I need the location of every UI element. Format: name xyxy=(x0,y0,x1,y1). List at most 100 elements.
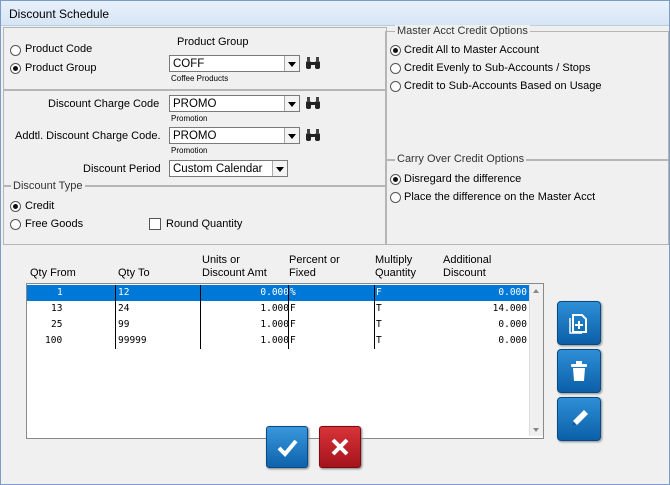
x-icon xyxy=(331,438,349,456)
addtl-discount-charge-description: Promotion xyxy=(171,146,208,155)
cell-pct-fixed: % xyxy=(290,287,296,298)
table-row[interactable]: 100 99999 1.000 F T 0.000 xyxy=(27,333,529,349)
column-divider xyxy=(374,301,375,317)
checkmark-icon xyxy=(277,439,298,457)
column-divider xyxy=(115,333,116,349)
delete-row-button[interactable] xyxy=(557,349,601,393)
discount-charge-description: Promotion xyxy=(171,114,208,123)
credit-evenly-label: Credit Evenly to Sub-Accounts / Stops xyxy=(404,62,591,74)
column-divider xyxy=(200,285,201,301)
product-code-radio[interactable] xyxy=(10,45,21,56)
chevron-down-icon[interactable] xyxy=(284,96,299,111)
ok-button[interactable] xyxy=(266,426,308,468)
binoculars-icon[interactable] xyxy=(305,56,321,70)
free-goods-radio[interactable] xyxy=(10,219,21,230)
cell-qty-from: 13 xyxy=(51,303,63,314)
product-group-description: Coffee Products xyxy=(171,74,229,83)
column-divider xyxy=(115,301,116,317)
cell-pct-fixed: F xyxy=(290,319,296,330)
column-divider xyxy=(374,333,375,349)
credit-usage-label: Credit to Sub-Accounts Based on Usage xyxy=(404,80,602,92)
free-goods-label: Free Goods xyxy=(25,218,84,230)
cell-units: 0.000 xyxy=(260,287,289,298)
col-header-multiply-line2: Quantity xyxy=(375,267,416,279)
pencil-icon xyxy=(571,410,588,427)
vertical-scrollbar[interactable] xyxy=(529,284,543,436)
col-header-units-line1: Units or xyxy=(202,254,240,266)
credit-radio[interactable] xyxy=(10,201,21,212)
cell-multiply: T xyxy=(376,319,382,330)
product-group-radio[interactable] xyxy=(10,63,21,74)
trash-icon xyxy=(571,361,587,381)
column-divider xyxy=(288,285,289,301)
col-header-additional-line2: Discount xyxy=(443,267,486,279)
cell-qty-from: 25 xyxy=(51,319,63,330)
discount-charge-label: Discount Charge Code xyxy=(48,98,160,110)
disregard-difference-radio[interactable] xyxy=(390,174,401,185)
credit-all-master-label: Credit All to Master Account xyxy=(404,44,540,56)
binoculars-icon[interactable] xyxy=(305,96,321,110)
chevron-down-icon[interactable] xyxy=(284,56,299,71)
table-row[interactable]: 25 99 1.000 F T 0.000 xyxy=(27,317,529,333)
discount-period-select[interactable]: Custom Calendar xyxy=(169,160,288,177)
credit-all-master-radio[interactable] xyxy=(390,45,401,56)
col-header-additional-line1: Additional xyxy=(443,254,492,266)
title-bar: Discount Schedule xyxy=(1,1,669,26)
cell-pct-fixed: F xyxy=(290,335,296,346)
column-divider xyxy=(200,333,201,349)
add-row-button[interactable] xyxy=(557,301,601,345)
chevron-down-icon[interactable] xyxy=(284,128,299,143)
product-group-radio-label: Product Group xyxy=(25,62,97,74)
cell-additional: 0.000 xyxy=(498,287,527,298)
cell-multiply: F xyxy=(376,287,382,298)
cell-qty-to: 99999 xyxy=(118,335,147,346)
discount-grid[interactable]: 1 12 0.000 % F 0.000 13 24 1.000 F T 14.… xyxy=(26,283,544,439)
discount-period-value: Custom Calendar xyxy=(173,163,263,175)
column-divider xyxy=(288,317,289,333)
edit-row-button[interactable] xyxy=(557,397,601,441)
credit-label: Credit xyxy=(25,200,55,212)
column-divider xyxy=(288,333,289,349)
col-header-units-line2: Discount Amt xyxy=(202,267,267,279)
col-header-qty-from: Qty From xyxy=(30,267,76,279)
cell-multiply: T xyxy=(376,303,382,314)
product-group-select[interactable]: COFF xyxy=(169,55,300,72)
window-title: Discount Schedule xyxy=(9,7,110,21)
scroll-down-icon[interactable] xyxy=(530,423,543,436)
discount-charge-value: PROMO xyxy=(173,98,217,110)
scroll-up-icon[interactable] xyxy=(530,284,543,297)
discount-period-label: Discount Period xyxy=(83,163,161,175)
round-quantity-label: Round Quantity xyxy=(166,218,243,230)
cell-additional: 0.000 xyxy=(498,319,527,330)
place-difference-radio[interactable] xyxy=(390,192,401,203)
cell-additional: 0.000 xyxy=(498,335,527,346)
table-row[interactable]: 1 12 0.000 % F 0.000 xyxy=(27,285,529,301)
column-divider xyxy=(374,317,375,333)
add-document-icon xyxy=(569,314,587,334)
column-divider xyxy=(115,285,116,301)
round-quantity-checkbox[interactable] xyxy=(149,218,161,230)
addtl-discount-charge-value: PROMO xyxy=(173,130,217,142)
master-acct-credit-legend: Master Acct Credit Options xyxy=(395,25,530,37)
discount-charge-select[interactable]: PROMO xyxy=(169,95,300,112)
cell-qty-to: 99 xyxy=(118,319,130,330)
discount-type-legend: Discount Type xyxy=(11,180,85,192)
chevron-down-icon[interactable] xyxy=(272,161,287,176)
disregard-difference-label: Disregard the difference xyxy=(404,173,522,185)
col-header-percent-line2: Fixed xyxy=(289,267,316,279)
cancel-button[interactable] xyxy=(319,426,361,468)
product-code-label: Product Code xyxy=(25,43,93,55)
credit-evenly-radio[interactable] xyxy=(390,63,401,74)
discount-type-group xyxy=(3,186,387,245)
col-header-multiply-line1: Multiply xyxy=(375,254,413,266)
table-row[interactable]: 13 24 1.000 F T 14.000 xyxy=(27,301,529,317)
col-header-qty-to: Qty To xyxy=(118,267,150,279)
cell-qty-to: 12 xyxy=(118,287,130,298)
addtl-discount-charge-select[interactable]: PROMO xyxy=(169,127,300,144)
cell-qty-from: 100 xyxy=(45,335,63,346)
binoculars-icon[interactable] xyxy=(305,128,321,142)
column-divider xyxy=(115,317,116,333)
product-group-heading: Product Group xyxy=(177,36,249,48)
cell-units: 1.000 xyxy=(260,335,289,346)
credit-usage-radio[interactable] xyxy=(390,81,401,92)
